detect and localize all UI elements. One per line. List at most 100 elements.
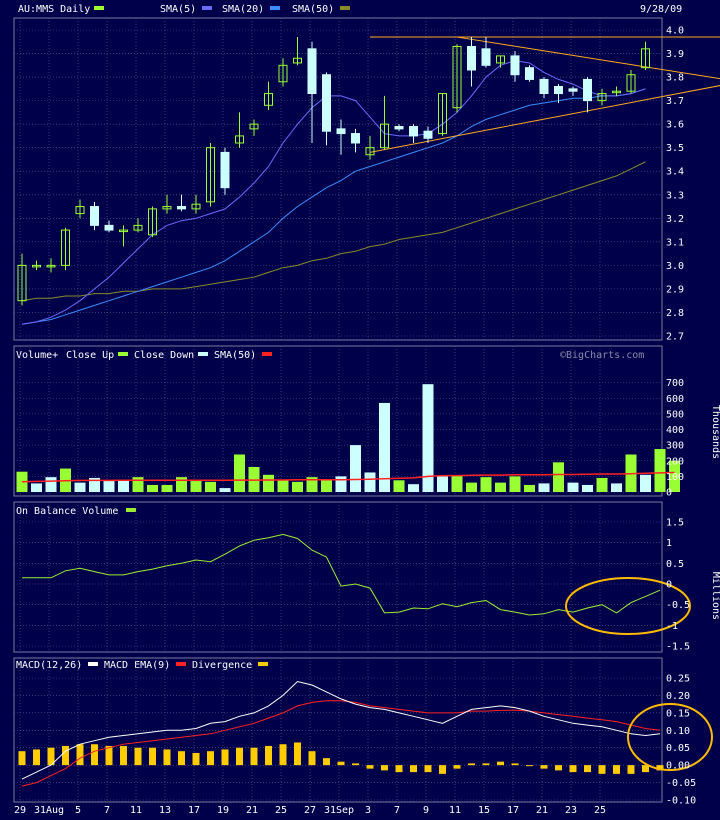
volume-bar [408, 484, 419, 492]
divergence-bar [120, 745, 127, 766]
divergence-bar [207, 751, 214, 766]
macd-y-tick-label: 0.25 [666, 674, 690, 685]
x-tick-label: 31Aug [34, 805, 64, 816]
symbol-label: AU:MMS Daily [18, 4, 90, 15]
divergence-bar [308, 751, 316, 766]
x-tick-label: 7 [104, 805, 110, 816]
symbol-legend-swatch [94, 6, 104, 10]
volume-title: Volume+ [16, 350, 58, 361]
macd-y-tick-label: 0.20 [666, 691, 690, 702]
sma5-legend-swatch [202, 6, 212, 10]
volume-y-tick-label: 300 [666, 441, 684, 452]
macd-y-tick-label: 0.05 [666, 743, 690, 754]
macd-y-tick-label: -0.05 [666, 778, 696, 789]
x-tick-label: 25 [275, 805, 287, 816]
volume-bar [480, 477, 492, 492]
divergence-bar [18, 751, 26, 766]
volume-bar [466, 482, 477, 492]
volume-bar [350, 445, 361, 492]
volume-bar [161, 484, 173, 492]
candle-down [177, 206, 186, 210]
volume-bar [219, 488, 231, 492]
x-tick-label: 19 [217, 805, 229, 816]
candle-down [394, 126, 404, 130]
candle-down [554, 85, 563, 95]
obv-y-tick-label: 0.5 [666, 559, 684, 570]
sma50-legend-swatch [340, 6, 350, 10]
divergence-bar [323, 758, 330, 766]
volume-bar [364, 472, 376, 492]
obv-y-tick-label: 1 [666, 538, 672, 549]
volume-bar [335, 476, 347, 492]
price-y-tick-label: 2.9 [666, 284, 684, 295]
candle-down [220, 151, 230, 189]
volume-bar [147, 484, 158, 492]
volume-bar [321, 479, 332, 492]
price-y-tick-label: 3.6 [666, 120, 684, 131]
x-tick-label: 11 [449, 805, 461, 816]
price-y-tick-label: 2.8 [666, 308, 684, 319]
volume-y-tick-label: 100 [666, 472, 684, 483]
volume-y-tick-label: 600 [666, 394, 684, 405]
divergence-bar [134, 747, 142, 766]
x-tick-label: 17 [507, 805, 519, 816]
volume-bar [190, 481, 202, 492]
divergence-bar [163, 749, 171, 766]
divergence-bar [33, 749, 40, 766]
volume-bar [292, 481, 303, 492]
volume-bar [451, 475, 463, 492]
volume-y-tick-label: 400 [666, 425, 684, 436]
divergence-bar [381, 765, 388, 771]
price-y-tick-label: 4.0 [666, 26, 684, 37]
divergence-bar [410, 765, 417, 773]
divergence-bar [598, 765, 606, 774]
divergence-bar [265, 745, 272, 766]
volume-bar [176, 477, 187, 492]
volume-bar [596, 477, 608, 492]
obv-y-tick-label: 1.5 [666, 518, 684, 529]
volume-bar [567, 482, 579, 492]
chart-background [0, 0, 720, 820]
divergence-bar [555, 765, 562, 771]
x-tick-label: 29 [14, 805, 26, 816]
candle-down [307, 48, 317, 95]
sma50-label: SMA(50) [292, 4, 334, 15]
candle-down [423, 130, 433, 139]
credit-label: ©BigCharts.com [560, 350, 644, 361]
divergence-bar [526, 765, 533, 767]
volume-bar [205, 481, 216, 492]
volume-bar [263, 474, 274, 492]
price-y-tick-label: 3.7 [666, 96, 684, 107]
date-label: 9/28/09 [640, 4, 682, 15]
macd-ema-label: MACD EMA(9) [104, 660, 170, 671]
volume-unit-label: Thousands [710, 405, 720, 459]
macd-y-tick-label: 0.00 [666, 761, 690, 772]
volume-bar [74, 482, 86, 492]
x-tick-label: 11 [130, 805, 142, 816]
x-tick-label: 21 [246, 805, 258, 816]
candle-down [568, 88, 578, 92]
candle-down [104, 224, 114, 231]
price-y-tick-label: 3.5 [666, 143, 684, 154]
divergence-bar [627, 765, 635, 774]
obv-y-tick-label: -0.5 [666, 600, 690, 611]
divergence-label: Divergence [192, 660, 252, 671]
divergence-bar [424, 765, 432, 773]
x-tick-label: 5 [75, 805, 81, 816]
candle-down [539, 78, 549, 95]
sma20-legend-swatch [270, 6, 280, 10]
divergence-bar [294, 742, 301, 766]
volume-bar [582, 484, 593, 492]
divergence-bar [439, 765, 446, 774]
macd-y-tick-label: 0.10 [666, 726, 690, 737]
candle-down [351, 133, 360, 144]
x-tick-label: 31Sep [324, 805, 354, 816]
bigcharts-stock-chart: AU:MMS Daily SMA(5) SMA(20) SMA(50) 9/28… [0, 0, 720, 820]
price-y-tick-label: 3.9 [666, 49, 684, 60]
volume-bar [234, 454, 245, 492]
divergence-bar [192, 752, 200, 766]
divergence-bar [613, 765, 620, 774]
divergence-bar [76, 744, 84, 766]
chart-canvas: AU:MMS Daily SMA(5) SMA(20) SMA(50) 9/28… [0, 0, 720, 820]
price-y-tick-label: 3.1 [666, 237, 684, 248]
